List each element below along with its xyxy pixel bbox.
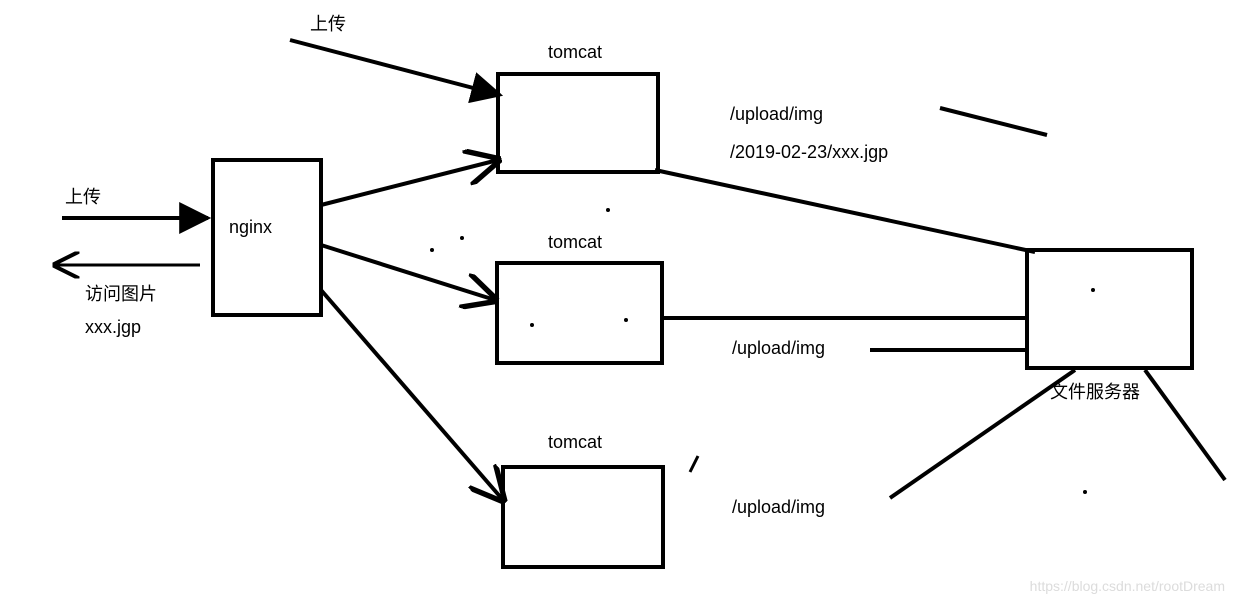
arrow-nginx-tomcat-top [321, 160, 498, 205]
label-access-line1: 访问图片 [85, 282, 157, 307]
file-server-box [1027, 250, 1192, 368]
tomcat-mid-box [497, 263, 662, 363]
line-tomcat-bot-fileserver [890, 370, 1075, 498]
label-path1-line2: /2019-02-23/xxx.jgp [730, 140, 888, 165]
dot [624, 318, 628, 322]
diagram-canvas [0, 0, 1235, 600]
label-upload-top: 上传 [310, 12, 346, 37]
label-path2: /upload/img [732, 336, 825, 361]
label-tomcat-bot: tomcat [548, 430, 602, 455]
dot [1083, 490, 1087, 494]
label-access-line2: xxx.jgp [85, 315, 141, 340]
label-tomcat-mid: tomcat [548, 230, 602, 255]
dot [1091, 288, 1095, 292]
arrow-nginx-tomcat-bot [321, 290, 503, 500]
line-fileserver-out [1145, 370, 1225, 480]
tomcat-bot-box [503, 467, 663, 567]
arrow-nginx-tomcat-mid [321, 245, 495, 300]
line-tomcat-top-fileserver [655, 170, 1035, 252]
arrow-upload-top [290, 40, 500, 95]
dot [460, 236, 464, 240]
dot [530, 323, 534, 327]
label-path3: /upload/img [732, 495, 825, 520]
dot [430, 248, 434, 252]
label-file-server: 文件服务器 [1050, 380, 1140, 405]
dot [606, 208, 610, 212]
label-nginx: nginx [229, 215, 272, 240]
label-upload-left: 上传 [65, 185, 101, 210]
tick-tomcat-bot [690, 456, 698, 472]
tomcat-top-box [498, 74, 658, 172]
label-tomcat-top: tomcat [548, 40, 602, 65]
watermark: https://blog.csdn.net/rootDream [1030, 578, 1225, 594]
line-path1-connector [940, 108, 1047, 135]
label-path1-line1: /upload/img [730, 102, 823, 127]
